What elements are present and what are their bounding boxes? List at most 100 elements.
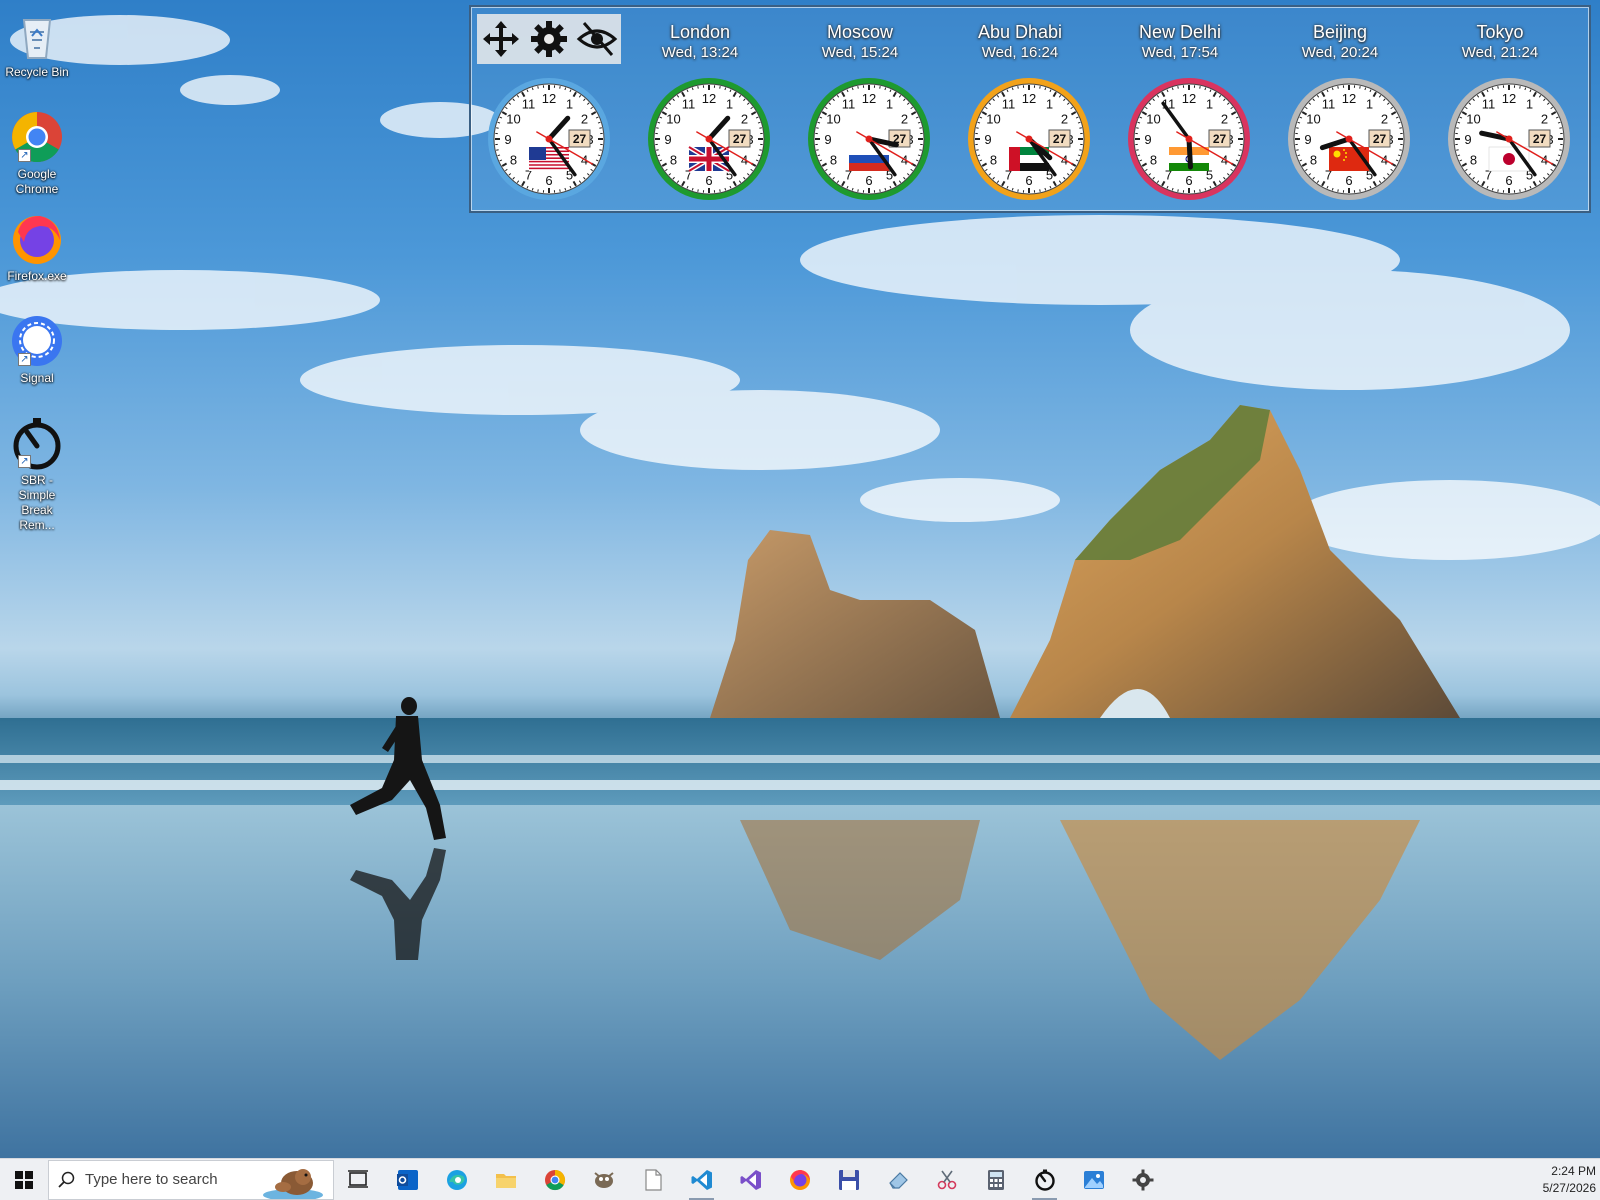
date-number: 27	[1373, 132, 1387, 146]
desktop-icon-firefox[interactable]: Firefox.exe	[2, 212, 72, 284]
city-time: Wed, 13:24	[661, 44, 739, 61]
taskbar-app-gimp[interactable]	[579, 1159, 628, 1200]
clock-numeral: 6	[865, 173, 872, 188]
hide-button[interactable]	[573, 14, 621, 64]
clock-numeral: 1	[1206, 96, 1213, 111]
clock-numeral: 12	[1342, 91, 1356, 106]
clock-label-beijing: Beijing Wed, 20:24	[1265, 21, 1415, 63]
hand-pivot	[1185, 135, 1193, 143]
clock-numeral: 10	[506, 112, 520, 127]
stopwatch-icon	[1034, 1169, 1055, 1191]
gimp-icon	[593, 1171, 614, 1188]
clock-numeral: 12	[1502, 91, 1516, 106]
move-button[interactable]	[477, 14, 525, 64]
taskbar-app-file-explorer[interactable]	[481, 1159, 530, 1200]
shortcut-arrow-icon: ↗	[18, 353, 31, 366]
gear-icon	[1132, 1169, 1153, 1190]
taskbar: 2:24 PM 5/27/2026	[0, 1158, 1600, 1200]
desktop-icon-label: Google Chrome	[15, 167, 59, 196]
windows-logo-icon	[15, 1170, 33, 1189]
date-number: 27	[733, 132, 747, 146]
clock-numeral: 11	[682, 96, 696, 111]
clock-numeral: 6	[1505, 173, 1512, 188]
desktop[interactable]: Recycle Bin ↗ Google Chrome Firefox.exe	[0, 0, 1600, 1158]
clock-numeral: 2	[741, 112, 748, 127]
clock-numeral: 8	[1150, 153, 1157, 168]
taskbar-app-photos[interactable]	[1069, 1159, 1118, 1200]
system-clock[interactable]: 2:24 PM 5/27/2026	[1510, 1163, 1600, 1197]
date-number: 27	[573, 132, 587, 146]
hand-pivot	[1345, 135, 1353, 143]
taskbar-search[interactable]	[48, 1159, 334, 1200]
taskbar-app-notepad[interactable]	[628, 1159, 677, 1200]
taskbar-apps	[334, 1159, 1167, 1200]
desktop-icon-signal[interactable]: ↗ Signal	[2, 314, 72, 386]
hand-pivot	[545, 135, 553, 143]
chrome-icon	[544, 1169, 565, 1190]
clock-numeral: 12	[1182, 91, 1196, 106]
hand-pivot	[705, 135, 713, 143]
clock-numeral: 12	[862, 91, 876, 106]
date-number: 27	[1533, 132, 1547, 146]
date-number: 27	[1213, 132, 1227, 146]
desktop-icon-sbr[interactable]: ↗ SBR - Simple Break Rem...	[2, 416, 72, 533]
taskbar-app-save-tool[interactable]	[824, 1159, 873, 1200]
clock-numeral: 9	[984, 132, 991, 147]
vscode-icon	[691, 1169, 712, 1190]
clock-numeral: 6	[1185, 173, 1192, 188]
clock-numeral: 1	[1526, 96, 1533, 111]
calculator-icon	[987, 1169, 1004, 1190]
city-name: London	[669, 22, 731, 42]
city-name: Abu Dhabi	[977, 22, 1063, 42]
edge-icon	[446, 1169, 467, 1190]
taskbar-app-vscode[interactable]	[677, 1159, 726, 1200]
world-clock-widget[interactable]: London Wed, 13:24 Moscow Wed, 15:24 Abu Dhab…	[469, 5, 1591, 213]
hand-pivot	[1505, 135, 1513, 143]
clock-numeral: 9	[664, 132, 671, 147]
desktop-icon-google-chrome[interactable]: ↗ Google Chrome	[2, 110, 72, 197]
taskbar-app-sbr-timer[interactable]	[1020, 1159, 1069, 1200]
desktop-icon-label: Recycle Bin	[5, 65, 69, 79]
clock-numeral: 9	[824, 132, 831, 147]
clock-numeral: 1	[566, 96, 573, 111]
signal-icon: ↗	[10, 314, 64, 368]
taskbar-app-task-view[interactable]	[334, 1159, 383, 1200]
clock-numeral: 9	[504, 132, 511, 147]
firefox-icon	[10, 212, 64, 266]
analog-clock-face: 12345678910111227	[1288, 78, 1410, 200]
taskbar-app-edge[interactable]	[432, 1159, 481, 1200]
clock-numeral: 8	[1470, 153, 1477, 168]
taskbar-app-snipping-tool[interactable]	[922, 1159, 971, 1200]
taskbar-app-visual-studio[interactable]	[726, 1159, 775, 1200]
gear-icon	[531, 21, 567, 57]
taskbar-app-settings[interactable]	[1118, 1159, 1167, 1200]
search-input[interactable]	[85, 1171, 265, 1188]
clock-numeral: 9	[1304, 132, 1311, 147]
clock-numeral: 11	[842, 96, 856, 111]
blank-document-icon	[644, 1168, 662, 1191]
taskbar-app-eraser-tool[interactable]	[873, 1159, 922, 1200]
clock-label-new-delhi: New Delhi Wed, 17:54	[1105, 21, 1255, 63]
clock-label-london: London Wed, 13:24	[625, 21, 775, 63]
desktop-icon-recycle-bin[interactable]: Recycle Bin	[2, 8, 72, 80]
clock-numeral: 2	[1381, 112, 1388, 127]
taskbar-app-chrome[interactable]	[530, 1159, 579, 1200]
taskbar-app-calculator[interactable]	[971, 1159, 1020, 1200]
clock-numeral: 10	[826, 112, 840, 127]
clock-numeral: 1	[1366, 96, 1373, 111]
city-name: Beijing	[1312, 22, 1368, 42]
search-highlight-otter-icon	[263, 1168, 323, 1199]
clock-numeral: 2	[581, 112, 588, 127]
clock-numeral: 11	[1002, 96, 1016, 111]
clock-label-moscow: Moscow Wed, 15:24	[785, 21, 935, 63]
clock-numeral: 10	[986, 112, 1000, 127]
clock-numeral: 2	[901, 112, 908, 127]
desktop-icon-label: Signal	[20, 371, 54, 385]
clock-label-abu-dhabi: Abu Dhabi Wed, 16:24	[945, 21, 1095, 63]
tray-date: 5/27/2026	[1542, 1180, 1596, 1195]
settings-button[interactable]	[525, 14, 573, 64]
taskbar-app-firefox[interactable]	[775, 1159, 824, 1200]
taskbar-app-outlook[interactable]	[383, 1159, 432, 1200]
shortcut-arrow-icon: ↗	[18, 455, 31, 468]
start-button[interactable]	[0, 1159, 48, 1200]
